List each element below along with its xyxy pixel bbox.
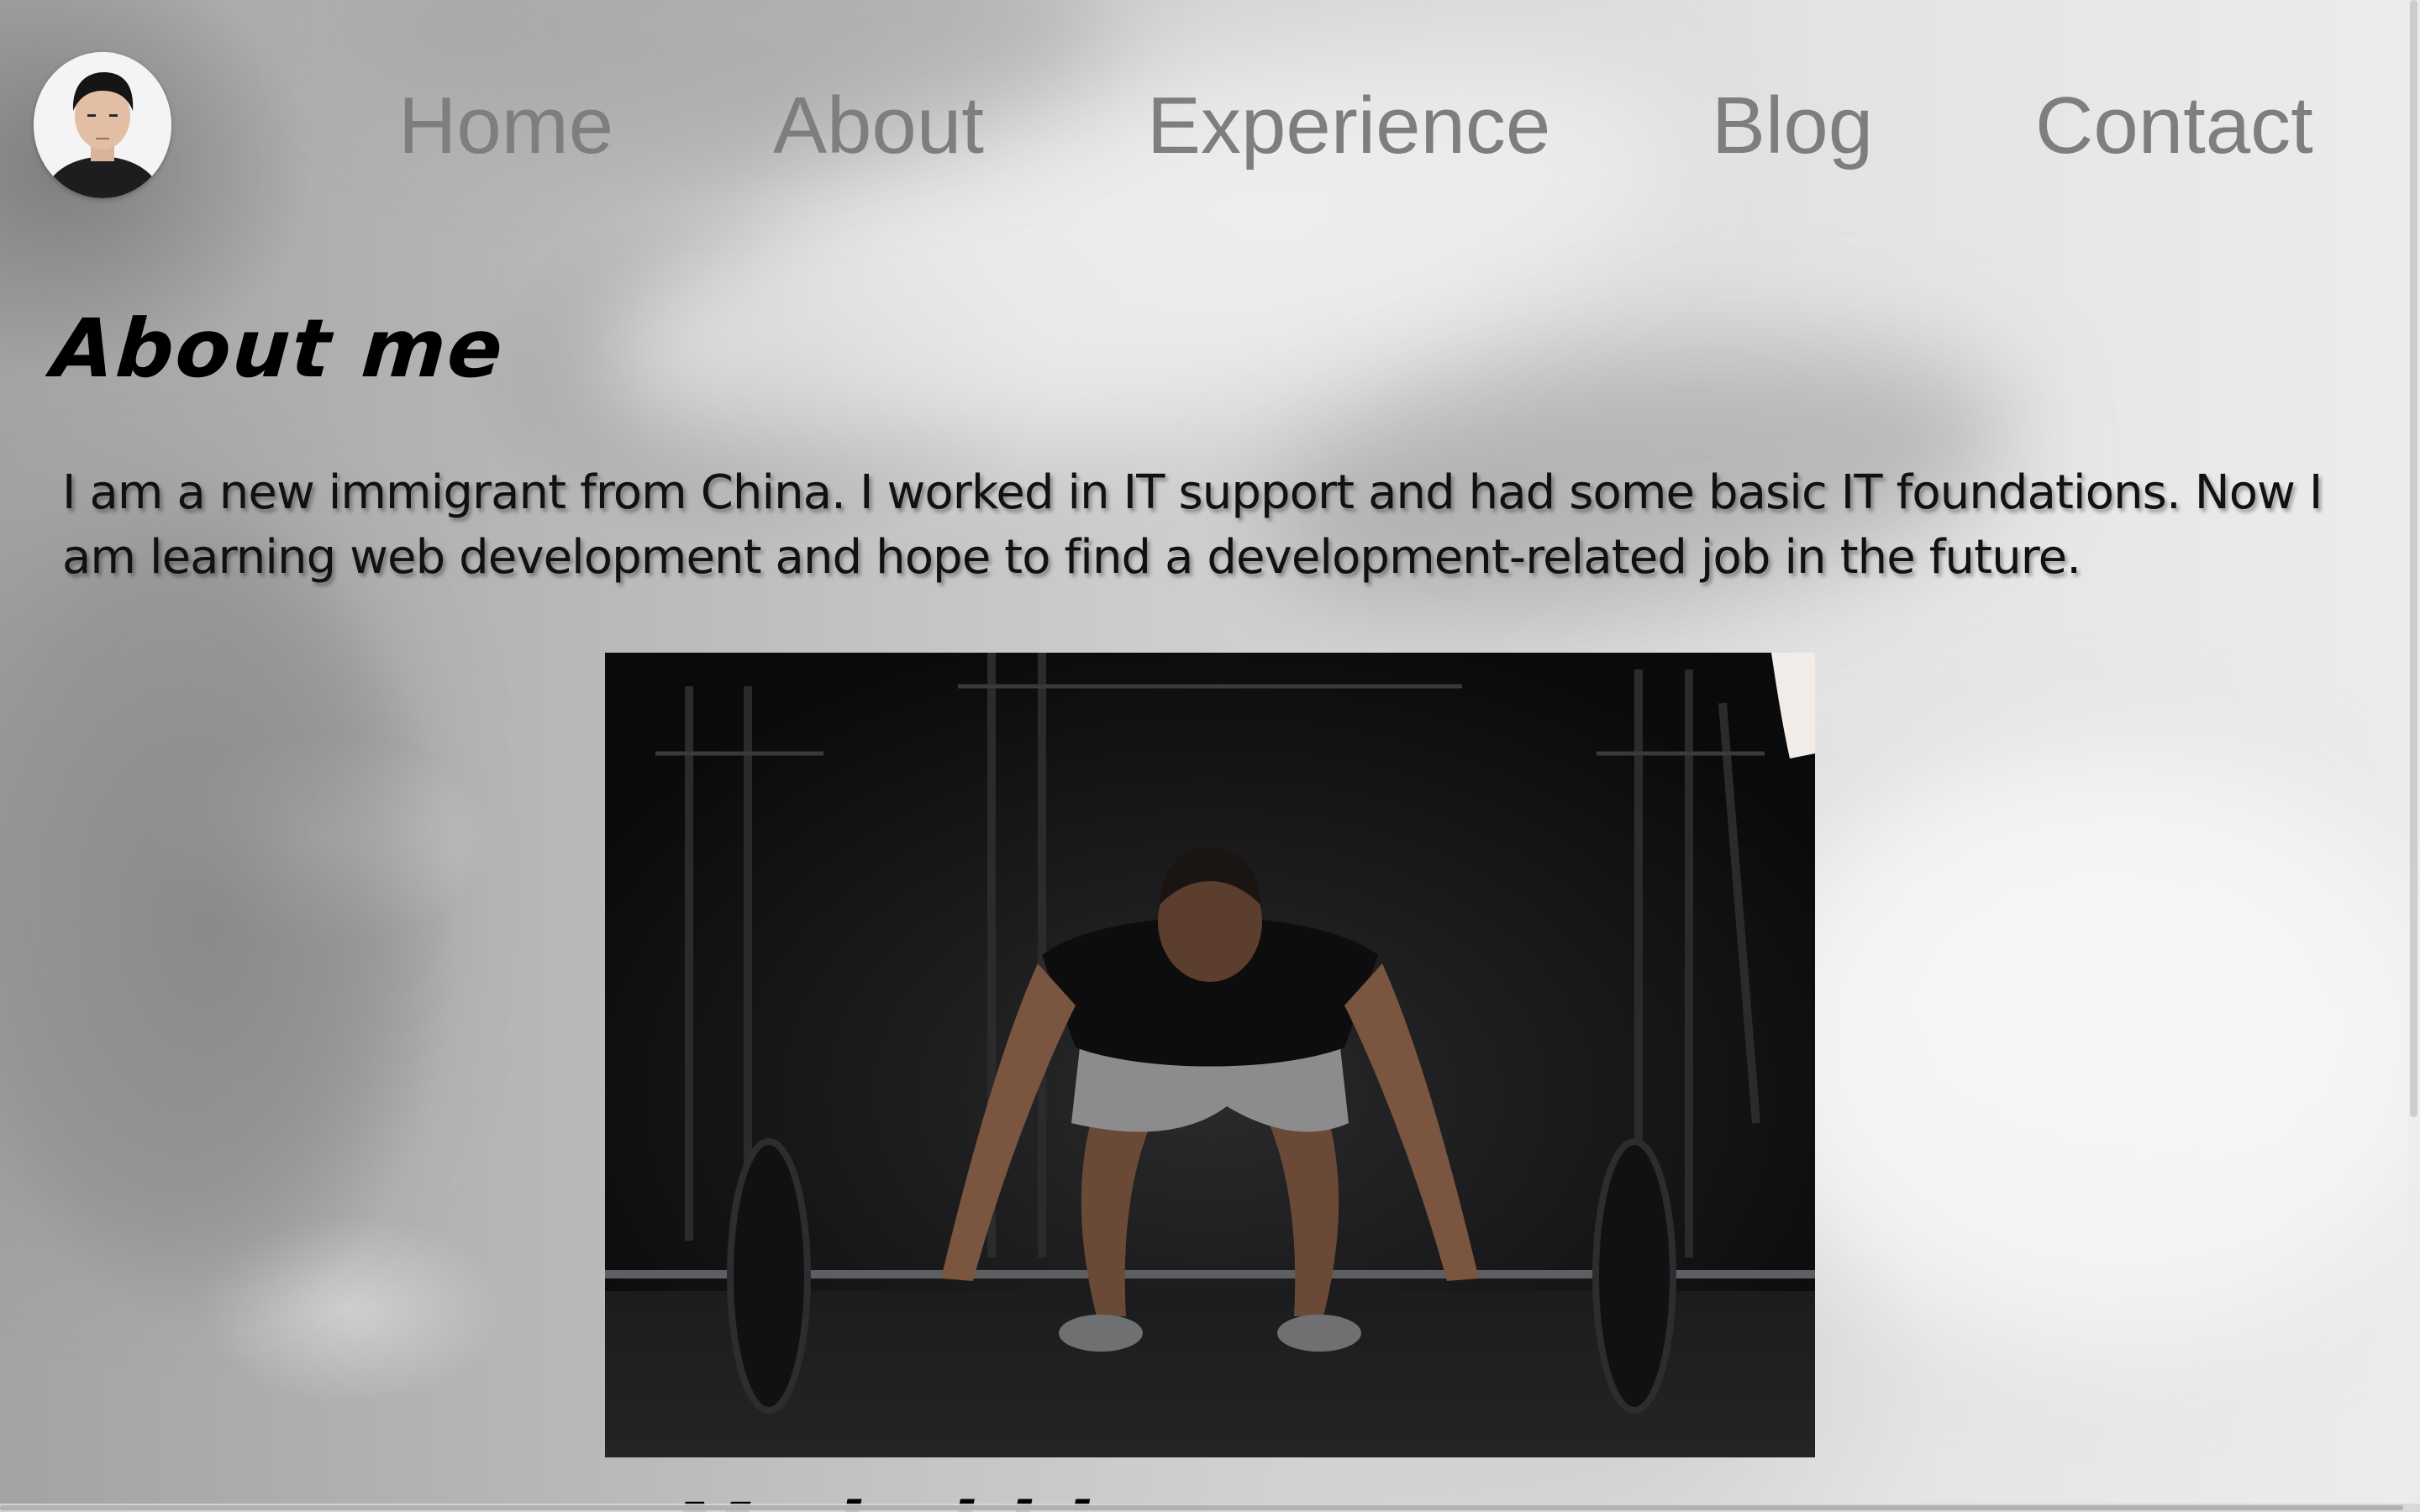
vertical-scrollbar-thumb[interactable]	[2410, 0, 2417, 1117]
weightlifting-illustration	[605, 653, 1815, 1457]
horizontal-scrollbar[interactable]	[0, 1504, 2420, 1512]
nav-link-about[interactable]: About	[773, 80, 984, 172]
background-blur-shape	[1765, 756, 2420, 1344]
nav-link-blog[interactable]: Blog	[1712, 80, 1873, 172]
main-nav: Home About Experience Blog Contact	[0, 80, 2420, 172]
weightlifting-photo	[605, 653, 1815, 1457]
horizontal-scrollbar-thumb[interactable]	[0, 1505, 2403, 1510]
nav-link-home[interactable]: Home	[398, 80, 613, 172]
background-blur-shape	[0, 504, 420, 1260]
nav-link-contact[interactable]: Contact	[2035, 80, 2313, 172]
about-paragraph: I am a new immigrant from China. I worke…	[62, 465, 2323, 585]
nav-link-experience[interactable]: Experience	[1147, 80, 1550, 172]
about-heading: About me	[49, 302, 508, 396]
vertical-scrollbar[interactable]	[2408, 0, 2420, 1504]
